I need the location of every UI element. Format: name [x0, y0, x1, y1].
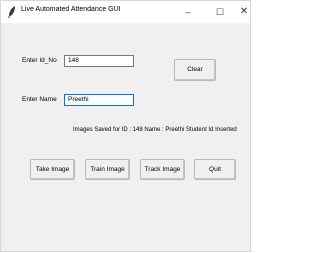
name-input[interactable]: Preethi	[64, 94, 134, 106]
id-label: Enter Id_No	[22, 57, 57, 64]
name-label: Enter Name	[22, 96, 57, 103]
minimize-button[interactable]: –	[175, 3, 201, 21]
feather-icon	[8, 6, 15, 18]
maximize-button[interactable]: ☐	[207, 3, 233, 21]
track-image-button[interactable]: Track Image	[140, 159, 185, 180]
title-bar[interactable]: Live Automated Attendance GUI – ☐ ✕	[1, 1, 250, 23]
app-window: Live Automated Attendance GUI – ☐ ✕ Ente…	[0, 0, 251, 252]
train-image-button[interactable]: Train Image	[85, 159, 130, 180]
status-message: Images Saved for ID : 148 Name : Preethi…	[73, 127, 237, 133]
close-button[interactable]: ✕	[231, 3, 257, 21]
id-input[interactable]: 148	[64, 55, 134, 67]
quit-button[interactable]: Quit	[194, 159, 236, 180]
clear-button[interactable]: Clear	[174, 59, 216, 81]
take-image-button[interactable]: Take Image	[30, 159, 75, 180]
window-title: Live Automated Attendance GUI	[21, 6, 121, 13]
